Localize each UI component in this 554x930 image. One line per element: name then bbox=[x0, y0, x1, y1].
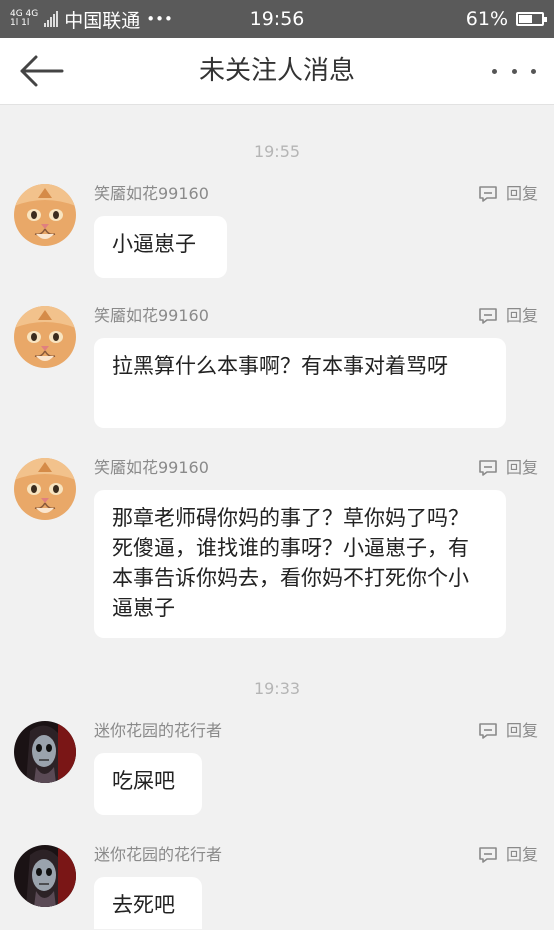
comment-icon bbox=[479, 460, 497, 476]
timestamp-divider: 19:33 bbox=[253, 679, 301, 698]
reply-label: 回复 bbox=[505, 721, 538, 740]
avatar[interactable] bbox=[14, 721, 76, 783]
reply-label: 回复 bbox=[505, 306, 538, 325]
battery-fill bbox=[519, 15, 533, 23]
timestamp-divider: 19:55 bbox=[253, 142, 301, 161]
carrier-more-dots: ••• bbox=[146, 10, 173, 28]
message-bubble: 吃屎吧 bbox=[94, 753, 202, 815]
battery-percent: 61% bbox=[465, 8, 508, 30]
reply-label: 回复 bbox=[505, 458, 538, 477]
reply-label: 回复 bbox=[505, 845, 538, 864]
sender-name: 迷你花园的花行者 bbox=[94, 845, 223, 864]
signal-icon bbox=[44, 11, 59, 27]
sender-name: 笑靥如花99160 bbox=[94, 184, 209, 203]
reply-button[interactable]: 回复 bbox=[478, 306, 538, 326]
comment-icon bbox=[479, 186, 497, 202]
comment-icon bbox=[479, 723, 497, 739]
avatar[interactable] bbox=[14, 184, 76, 246]
sender-name: 笑靥如花99160 bbox=[94, 458, 209, 477]
message-bubble: 小逼崽子 bbox=[94, 216, 227, 278]
reply-button[interactable]: 回复 bbox=[478, 458, 538, 478]
comment-icon bbox=[479, 308, 497, 324]
status-right: 61% bbox=[465, 0, 547, 38]
nav-bar: 未关注人消息 bbox=[0, 38, 554, 105]
status-left: 4G 4G 1l 1l 中国联通 ••• bbox=[10, 0, 173, 38]
network-type-indicator: 4G 4G 1l 1l bbox=[10, 10, 38, 28]
reply-button[interactable]: 回复 bbox=[478, 721, 538, 741]
sender-name: 迷你花园的花行者 bbox=[94, 721, 223, 740]
carrier-name: 中国联通 bbox=[64, 9, 141, 32]
avatar[interactable] bbox=[14, 306, 76, 368]
more-options-icon[interactable] bbox=[492, 56, 536, 86]
battery-icon bbox=[516, 12, 547, 26]
message-bubble: 那章老师碍你妈的事了？草你妈了吗？死傻逼，谁找谁的事呀？小逼崽子，有本事告诉你妈… bbox=[94, 490, 506, 638]
back-arrow-icon[interactable] bbox=[18, 54, 66, 88]
reply-button[interactable]: 回复 bbox=[478, 845, 538, 865]
reply-label: 回复 bbox=[505, 184, 538, 203]
status-bar: 4G 4G 1l 1l 中国联通 ••• 19:56 61% bbox=[0, 0, 554, 38]
avatar[interactable] bbox=[14, 458, 76, 520]
sender-name: 笑靥如花99160 bbox=[94, 306, 209, 325]
page-title: 未关注人消息 bbox=[198, 56, 355, 86]
message-bubble: 去死吧 bbox=[94, 877, 202, 929]
reply-button[interactable]: 回复 bbox=[478, 184, 538, 204]
message-bubble: 拉黑算什么本事啊？有本事对着骂呀 bbox=[94, 338, 506, 428]
network-type-bottom: 1l 1l bbox=[10, 18, 30, 28]
avatar[interactable] bbox=[14, 845, 76, 907]
comment-icon bbox=[479, 847, 497, 863]
